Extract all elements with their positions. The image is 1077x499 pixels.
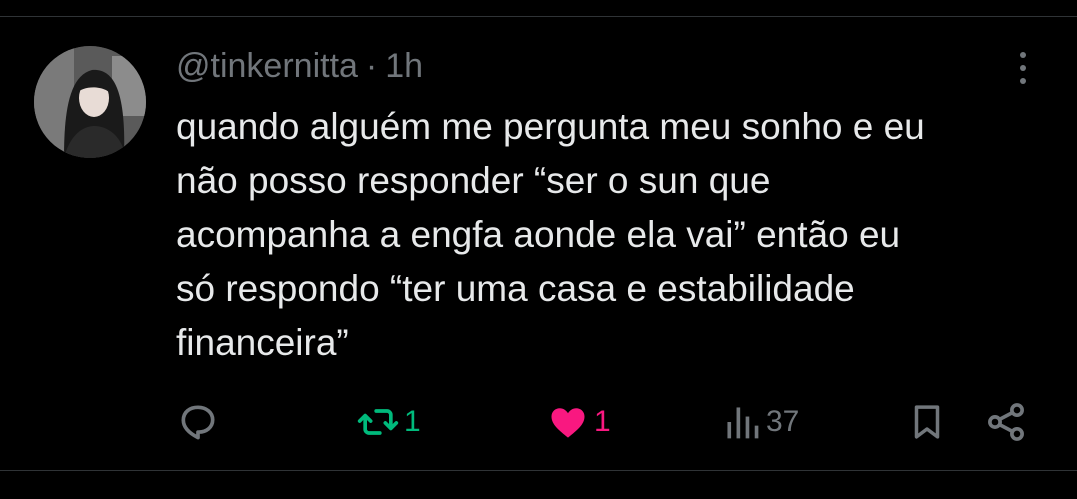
tweet-time[interactable]: 1h [385,47,423,85]
share-icon [984,400,1028,444]
divider-bottom [0,470,1077,471]
more-dot [1020,78,1026,84]
share-button[interactable] [984,396,1028,448]
avatar[interactable] [34,46,146,158]
tweet-card[interactable]: @tinkernitta · 1h quando alguém me pergunt… [0,0,1077,499]
bookmark-icon [906,400,948,444]
retweet-count: 1 [404,405,421,438]
like-count: 1 [594,405,611,438]
views-icon [722,400,762,444]
retweet-button[interactable]: 1 [356,396,421,448]
retweet-icon [356,400,400,444]
tweet-text: quando alguém me pergunta meu sonho e eu… [176,106,925,363]
views-count: 37 [766,405,800,438]
reply-button[interactable] [176,396,220,448]
user-handle[interactable]: @tinkernitta [176,47,358,85]
more-options-button[interactable] [1008,48,1038,88]
bookmark-button[interactable] [906,396,948,448]
more-dot [1020,52,1026,58]
views-button[interactable]: 37 [722,396,799,448]
more-dot [1020,65,1026,71]
tweet-header: @tinkernitta · 1h [176,46,423,86]
like-button[interactable]: 1 [546,396,611,448]
header-separator: · [365,47,378,85]
heart-icon [546,400,590,444]
reply-icon [176,400,220,444]
action-bar: 1 1 37 [0,396,1077,448]
divider-top [0,16,1077,17]
